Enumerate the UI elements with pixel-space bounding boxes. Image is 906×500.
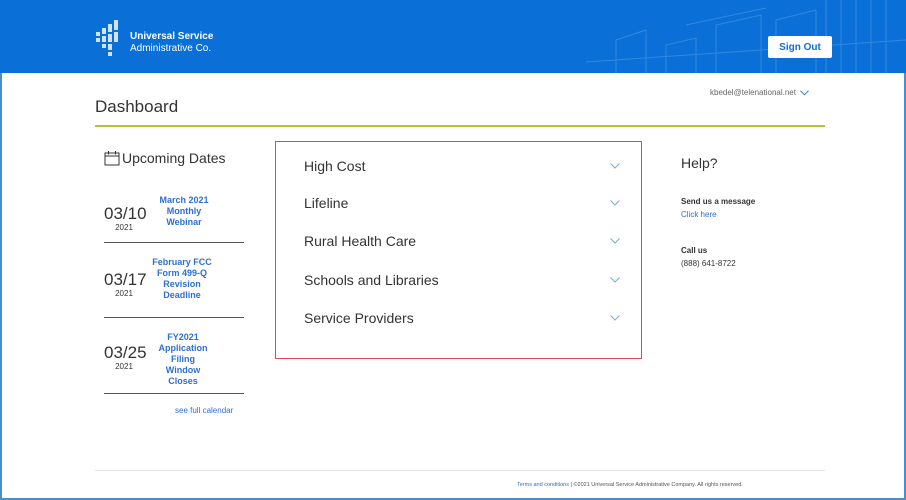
date-year: 2021 xyxy=(115,362,133,371)
chevron-down-icon xyxy=(800,89,809,95)
usac-logo-mark-icon xyxy=(96,20,122,56)
date-divider xyxy=(104,242,244,243)
calendar-icon xyxy=(104,151,120,166)
user-email-label: kbedel@telenational.net xyxy=(710,88,796,97)
date-year: 2021 xyxy=(115,223,133,232)
usac-logo[interactable]: Universal Service Administrative Co. xyxy=(96,20,213,56)
sign-out-button[interactable]: Sign Out xyxy=(768,36,832,58)
chevron-down-icon xyxy=(610,315,620,321)
program-label: Schools and Libraries xyxy=(304,272,439,288)
date-month-day: 03/10 xyxy=(104,204,147,223)
program-item-schools-and-libraries[interactable]: Schools and Libraries xyxy=(304,269,624,291)
logo-line-2: Administrative Co. xyxy=(130,43,212,54)
page-title: Dashboard xyxy=(95,97,179,116)
help-heading: Help? xyxy=(681,155,718,171)
footer-divider xyxy=(95,470,825,471)
date-badge: 03/25 2021 xyxy=(104,343,147,372)
footer: Terms and conditions | ©2021 Universal S… xyxy=(517,482,743,488)
chevron-down-icon xyxy=(610,238,620,244)
date-month-day: 03/25 xyxy=(104,343,147,362)
phone-number: (888) 641-8722 xyxy=(681,259,736,268)
event-link[interactable]: March 2021 Monthly Webinar xyxy=(154,195,214,228)
terms-link[interactable]: Terms and conditions xyxy=(517,482,569,488)
event-link[interactable]: February FCC Form 499-Q Revision Deadlin… xyxy=(151,257,213,301)
date-divider xyxy=(104,393,244,394)
top-banner: Universal Service Administrative Co. Sig… xyxy=(0,0,906,73)
upcoming-dates-panel: Upcoming Dates 03/10 2021 March 2021 Mon… xyxy=(104,150,244,394)
decorative-grid-graphic xyxy=(586,0,906,73)
program-item-lifeline[interactable]: Lifeline xyxy=(304,192,624,214)
see-full-calendar-link[interactable]: see full calendar xyxy=(175,406,233,415)
date-badge: 03/17 2021 xyxy=(104,270,147,299)
chevron-down-icon xyxy=(610,163,620,169)
call-us-label: Call us xyxy=(681,246,708,255)
chevron-down-icon xyxy=(610,277,620,283)
program-item-service-providers[interactable]: Service Providers xyxy=(304,307,624,329)
send-message-label: Send us a message xyxy=(681,197,756,206)
program-label: Rural Health Care xyxy=(304,233,417,249)
logo-line-1: Universal Service xyxy=(130,31,214,42)
program-item-high-cost[interactable]: High Cost xyxy=(304,155,624,177)
date-divider xyxy=(104,317,244,318)
title-divider xyxy=(95,125,825,127)
date-badge: 03/10 2021 xyxy=(104,204,147,233)
program-label: Service Providers xyxy=(304,310,414,326)
chevron-down-icon xyxy=(610,200,620,206)
upcoming-dates-header: Upcoming Dates xyxy=(104,150,244,166)
user-account-menu[interactable]: kbedel@telenational.net xyxy=(710,88,809,97)
copyright-text: | ©2021 Universal Service Administrative… xyxy=(568,482,743,488)
programs-panel: High Cost Lifeline Rural Health Care Sch… xyxy=(275,141,642,359)
program-item-rural-health-care[interactable]: Rural Health Care xyxy=(304,230,624,252)
upcoming-dates-heading: Upcoming Dates xyxy=(122,150,226,166)
send-message-link[interactable]: Click here xyxy=(681,210,717,219)
date-year: 2021 xyxy=(115,289,133,298)
usac-logo-text: Universal Service Administrative Co. xyxy=(130,31,213,55)
event-link[interactable]: FY2021 Application Filing Window Closes xyxy=(154,332,212,387)
help-panel: Help? Send us a message Click here Call … xyxy=(681,155,821,268)
program-label: Lifeline xyxy=(304,195,349,211)
date-month-day: 03/17 xyxy=(104,270,147,289)
program-label: High Cost xyxy=(304,158,366,174)
